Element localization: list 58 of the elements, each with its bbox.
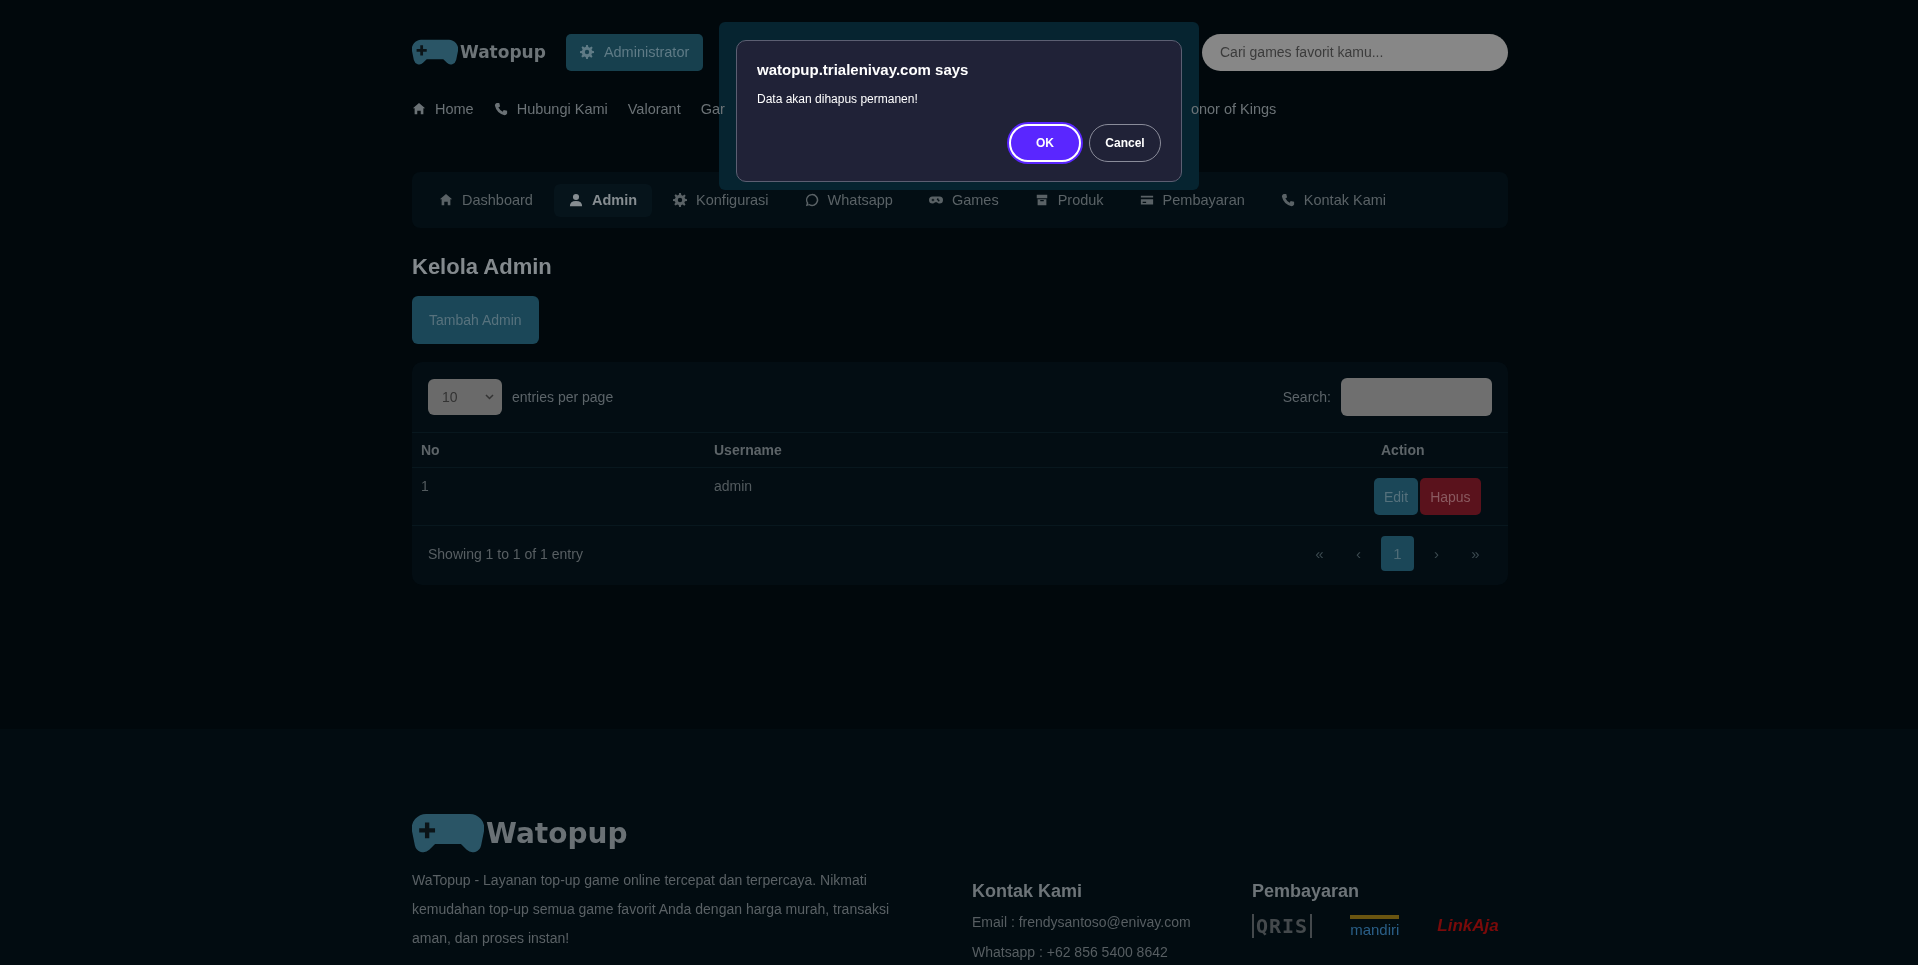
edit-button[interactable]: Edit	[1374, 478, 1419, 515]
column-header: Username	[705, 433, 1372, 468]
admin-tab[interactable]: Pembayaran	[1124, 183, 1260, 217]
page-button[interactable]: «	[1303, 536, 1336, 571]
admin-tab[interactable]: Kontak Kami	[1265, 183, 1402, 217]
contact-text: Whatsapp : +62 856 5400 8642	[972, 944, 1169, 961]
table-cell: 1	[412, 467, 705, 526]
user-icon	[568, 193, 583, 207]
settings-icon	[579, 45, 594, 59]
add-admin-button[interactable]: Tambah Admin	[412, 296, 539, 344]
admin-tab[interactable]: Produk	[1019, 183, 1119, 217]
payment-logo: mandiri	[1350, 914, 1400, 938]
home-icon	[439, 193, 453, 207]
admin-tab[interactable]: Games	[913, 183, 1014, 217]
admin-tab[interactable]: Whatsapp	[789, 183, 908, 217]
table-info: Showing 1 to 1 of 1 entry	[428, 545, 583, 562]
administrator-button[interactable]: Administrator	[565, 33, 704, 71]
page-button[interactable]: ›	[1420, 536, 1453, 571]
entries-label: entries per page	[512, 389, 614, 405]
search-field[interactable]: Cari games favorit kamu...	[1202, 33, 1508, 71]
page-title: Kelola Admin	[412, 254, 553, 280]
ok-button[interactable]: OK	[1009, 124, 1081, 162]
nav-link[interactable]: Gar	[700, 101, 725, 117]
payment-logo: LinkAja	[1437, 916, 1499, 936]
footer-heading: Pembayaran	[1252, 881, 1361, 902]
phone-icon	[1280, 193, 1295, 207]
nav-link[interactable]: Hubungi Kami	[493, 101, 608, 117]
logo-text: Watopup	[460, 42, 546, 62]
gamepad-logo-icon	[412, 37, 458, 67]
settings-icon	[673, 193, 688, 207]
footer-heading: Kontak Kami	[972, 881, 1084, 902]
home-icon	[412, 102, 426, 116]
delete-button[interactable]: Hapus	[1420, 478, 1481, 515]
admin-tab[interactable]: Dashboard	[424, 183, 548, 217]
footer-description: WaTopup - Layanan top-up game online tercepat dan terpercaya. Nikmati kemudahan top-up semua game favorit Anda dengan harga murah, transaksi aman, dan proses instan!	[412, 870, 891, 948]
table-search-field[interactable]	[1341, 378, 1492, 416]
admin-tab[interactable]: Konfigurasi	[658, 183, 784, 217]
footer-logo-text: Watopup	[486, 816, 628, 850]
phone-icon	[493, 102, 508, 116]
card-icon	[1139, 193, 1154, 207]
box-icon	[1034, 193, 1049, 207]
nav-link[interactable]: onor of Kings	[1190, 101, 1277, 117]
dialog-message: Data akan dihapus permanen!	[757, 92, 919, 106]
column-header: No	[412, 433, 705, 468]
table-cell: admin	[705, 467, 1372, 526]
chat-icon	[804, 193, 819, 207]
search-label: Search:	[1282, 389, 1331, 405]
column-header: Action	[1372, 433, 1508, 468]
cancel-button[interactable]: Cancel	[1089, 124, 1161, 162]
dialog-title: watopup.trialenivay.com says	[757, 61, 970, 78]
chevron-down-icon	[485, 394, 494, 400]
contact-text: Email : frendysantoso@enivay.com	[972, 914, 1192, 931]
admin-tab[interactable]: Admin	[553, 183, 653, 217]
nav-link[interactable]: Home	[412, 101, 474, 117]
page-button[interactable]: »	[1459, 536, 1492, 571]
payment-logo: QRIS	[1252, 914, 1313, 938]
nav-link[interactable]: Valorant	[627, 101, 681, 117]
page-button[interactable]: ‹	[1342, 536, 1375, 571]
